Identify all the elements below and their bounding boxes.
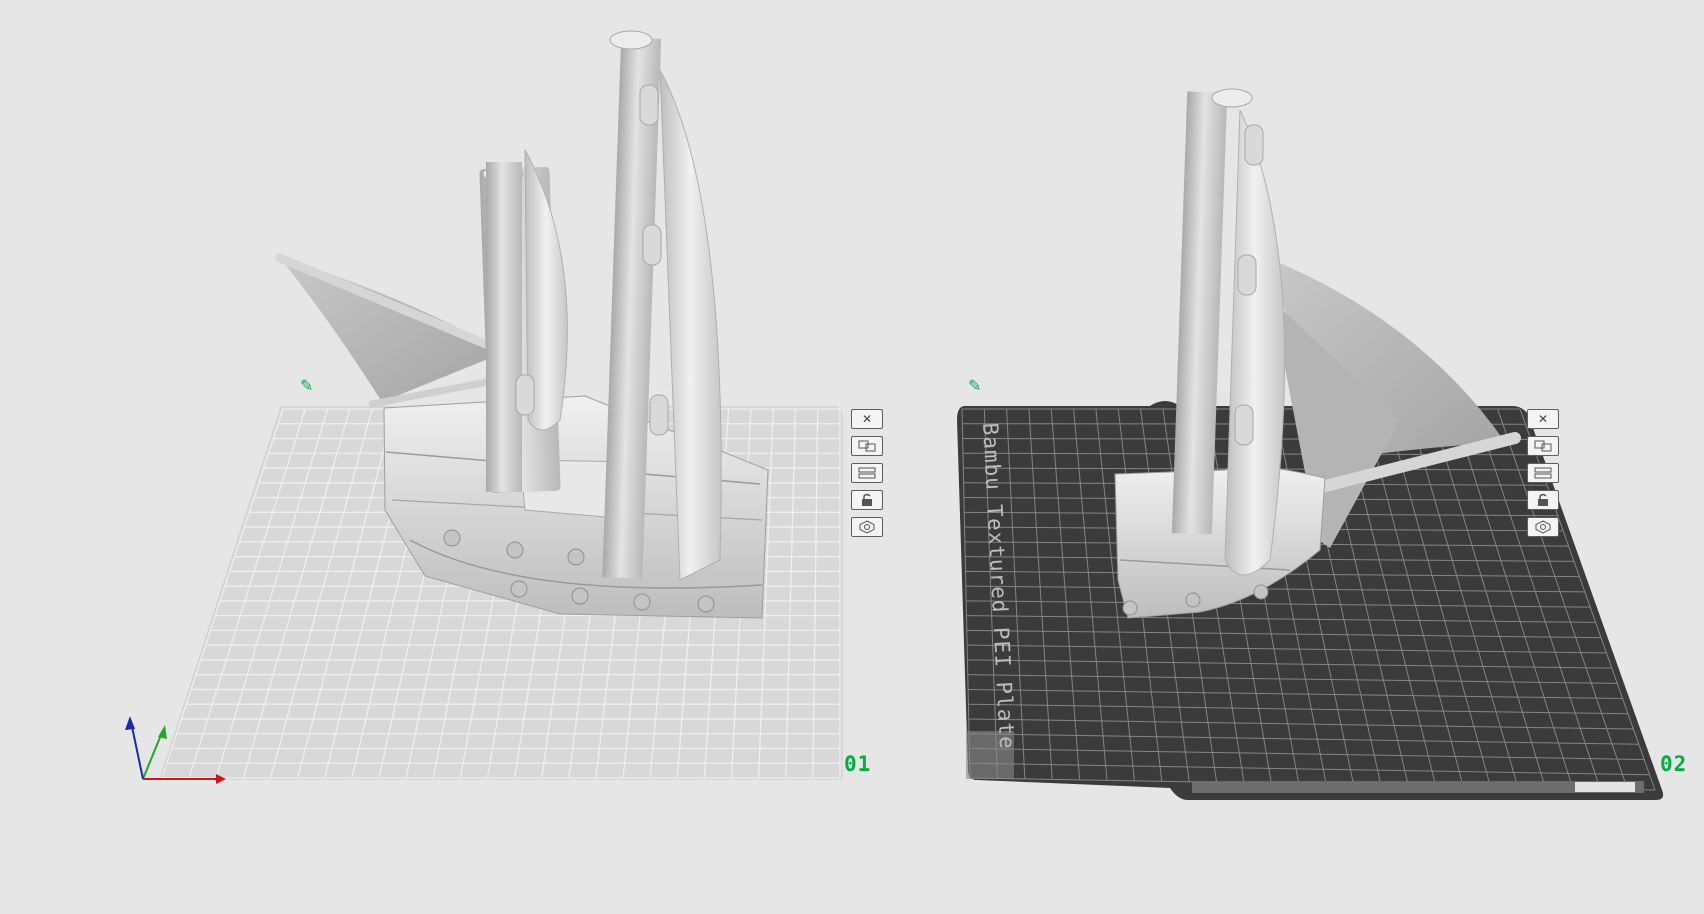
plate-02-toolbar: ✕ [1527,409,1559,537]
plate-02-index[interactable]: 02 [1660,752,1687,776]
plate-01-edit-icon[interactable]: ✎ [300,376,313,395]
close-icon: ✕ [1537,412,1549,426]
remove-plate-button[interactable]: ✕ [851,409,883,429]
plate-01-toolbar: ✕ [851,409,883,537]
close-icon: ✕ [861,412,873,426]
z-axis [130,721,144,780]
orient-button[interactable] [1527,463,1559,483]
remove-plate-button[interactable]: ✕ [1527,409,1559,429]
orient-icon [1534,467,1552,479]
gear-icon [859,520,875,534]
arrange-icon [1534,440,1552,452]
lock-button[interactable] [851,490,883,510]
gear-icon [1535,520,1551,534]
arrange-button[interactable] [851,436,883,456]
arrange-button[interactable] [1527,436,1559,456]
unlock-icon [862,493,872,506]
orient-button[interactable] [851,463,883,483]
lock-button[interactable] [1527,490,1559,510]
unlock-icon [1538,493,1548,506]
plate-01-index[interactable]: 01 [844,752,871,776]
plate-02-edit-icon[interactable]: ✎ [968,376,981,395]
plate-01[interactable] [125,30,843,784]
arrange-icon [858,440,876,452]
settings-button[interactable] [851,517,883,537]
settings-button[interactable] [1527,517,1559,537]
orient-icon [858,467,876,479]
